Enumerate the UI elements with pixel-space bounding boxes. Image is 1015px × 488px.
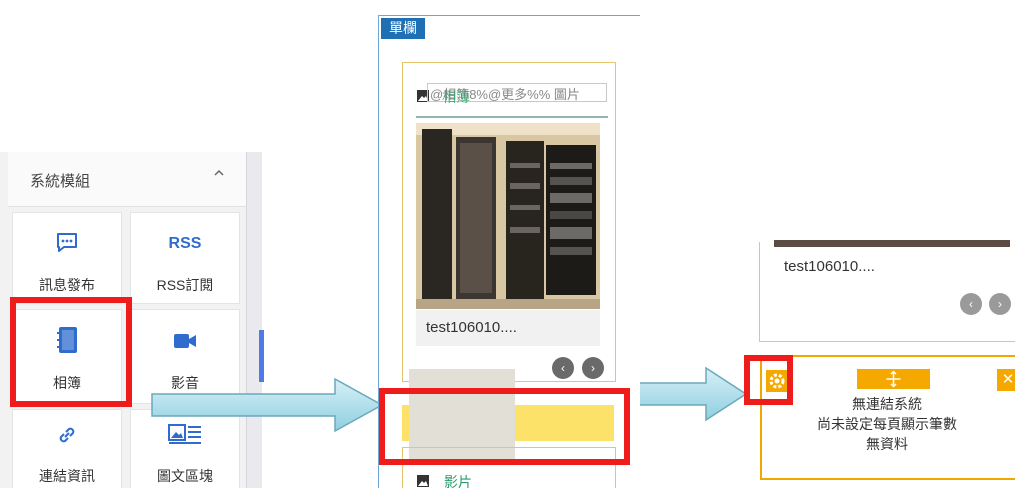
- video-icon: [174, 334, 196, 348]
- highlight-settings-button: [744, 355, 793, 405]
- link-icon: [59, 427, 75, 443]
- chevron-up-icon[interactable]: [212, 166, 226, 180]
- rss-icon: RSS: [168, 235, 202, 252]
- image-icon: [417, 475, 429, 487]
- column-tag: 單欄: [381, 18, 425, 39]
- palette-header[interactable]: 系統模組: [8, 152, 246, 207]
- prev-button[interactable]: ‹: [552, 357, 574, 379]
- tile-label: 訊息發布: [39, 277, 95, 293]
- close-icon: ✕: [1001, 371, 1015, 388]
- result-photo-edge: [774, 240, 1010, 247]
- result-album-caption: test106010....: [784, 258, 875, 275]
- result-status-line: 尚未設定每頁顯示筆數: [817, 416, 957, 432]
- highlight-album-tile: [10, 297, 132, 407]
- message-icon: [57, 233, 77, 252]
- result-album-block[interactable]: [759, 242, 1015, 342]
- video-block-title: 影片: [444, 474, 472, 488]
- prev-button[interactable]: ‹: [960, 293, 982, 315]
- album-caption: test106010....: [426, 319, 517, 336]
- album-photo: [416, 123, 600, 309]
- result-status-line: 無資料: [866, 436, 908, 452]
- arrow-right-icon: [151, 377, 384, 433]
- next-button[interactable]: ›: [582, 357, 604, 379]
- palette-scrollbar[interactable]: [246, 152, 262, 488]
- album-title-label: 相簿: [442, 89, 470, 105]
- tile-rss[interactable]: RSS RSS訂閱: [130, 212, 240, 304]
- arrow-right-icon: [637, 366, 748, 422]
- tile-label: 連結資訊: [39, 468, 95, 484]
- tile-label: RSS訂閱: [156, 277, 214, 293]
- close-button[interactable]: ✕: [997, 369, 1015, 391]
- tile-label: 圖文區塊: [157, 468, 213, 484]
- highlight-drop-zone: [379, 388, 630, 465]
- palette-title: 系統模組: [30, 173, 91, 190]
- palette-scroll-thumb[interactable]: [259, 330, 264, 382]
- next-button[interactable]: ›: [989, 293, 1011, 315]
- move-icon: [886, 370, 901, 388]
- move-handle[interactable]: [857, 369, 930, 389]
- tile-link[interactable]: 連結資訊: [12, 409, 122, 488]
- result-status-line: 無連結系統: [852, 396, 922, 412]
- tile-message[interactable]: 訊息發布: [12, 212, 122, 304]
